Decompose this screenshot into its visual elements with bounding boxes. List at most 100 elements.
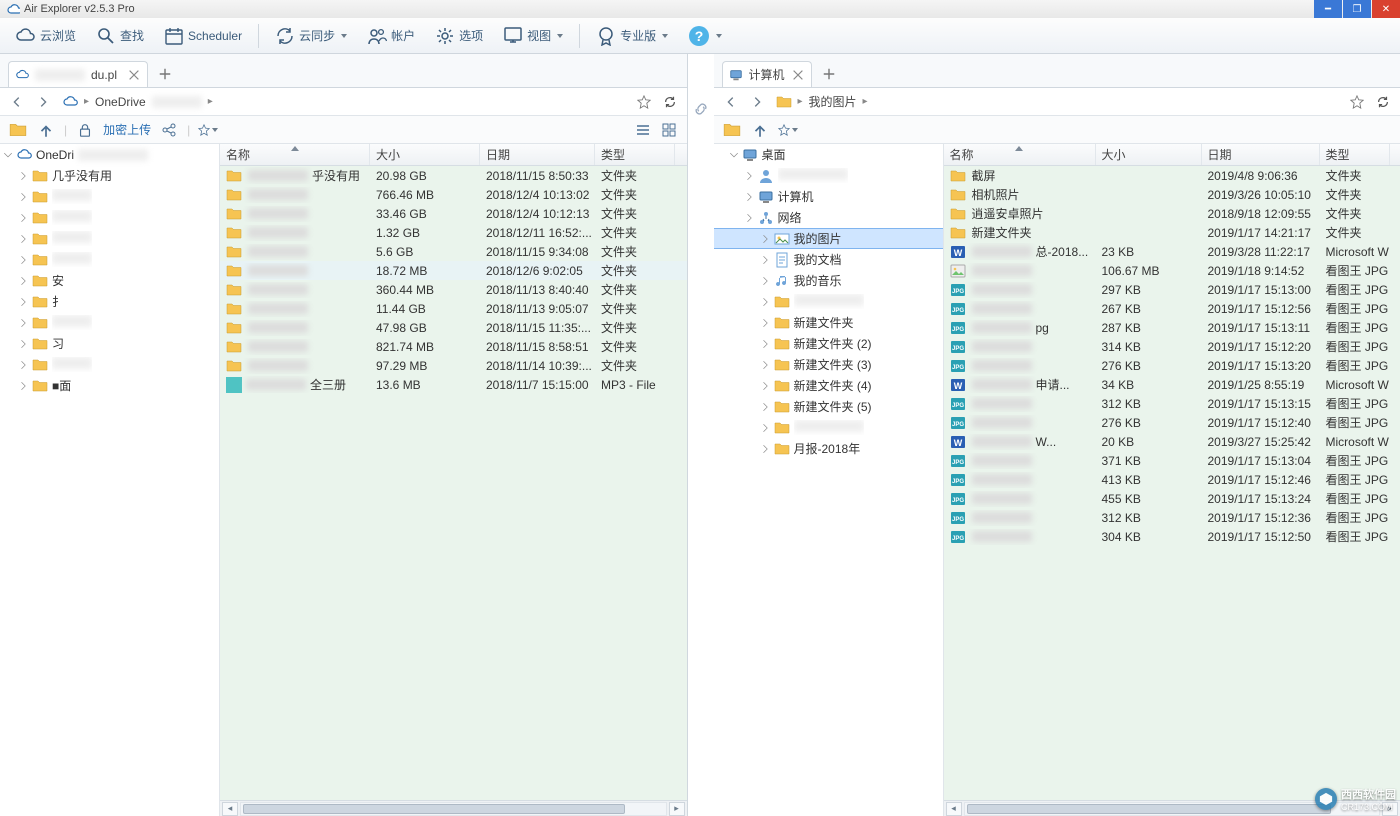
file-row[interactable]: 766.46 MB 2018/12/4 10:13:02 文件夹 xyxy=(220,185,687,204)
file-row[interactable]: 413 KB 2019/1/17 15:12:46 看图王 JPG xyxy=(944,470,1400,489)
chevron-right-icon[interactable] xyxy=(744,212,756,224)
sync-button[interactable]: 云同步 xyxy=(267,22,355,50)
tree-item[interactable] xyxy=(714,291,943,312)
file-row[interactable]: 297 KB 2019/1/17 15:13:00 看图王 JPG xyxy=(944,280,1400,299)
upload-icon[interactable] xyxy=(36,120,56,140)
file-row[interactable]: pg 287 KB 2019/1/17 15:13:11 看图王 JPG xyxy=(944,318,1400,337)
breadcrumb[interactable]: ▸ 我的图片 ▸ xyxy=(772,93,1343,110)
scroll-track[interactable] xyxy=(240,802,667,816)
tree-item[interactable]: 习 xyxy=(0,333,219,354)
forward-button[interactable] xyxy=(746,91,768,113)
tree-item[interactable]: 新建文件夹 (4) xyxy=(714,375,943,396)
file-row[interactable]: 相机照片 2019/3/26 10:05:10 文件夹 xyxy=(944,185,1400,204)
scroll-thumb[interactable] xyxy=(243,804,625,814)
chevron-right-icon[interactable] xyxy=(18,380,30,392)
scheduler-button[interactable]: Scheduler xyxy=(156,22,250,50)
file-row[interactable]: 47.98 GB 2018/11/15 11:35:... 文件夹 xyxy=(220,318,687,337)
col-name[interactable]: 名称 xyxy=(220,144,370,165)
chevron-right-icon[interactable] xyxy=(18,212,30,224)
right-tree[interactable]: 桌面计算机网络我的图片我的文档我的音乐新建文件夹新建文件夹 (2)新建文件夹 (… xyxy=(714,144,944,816)
tree-root[interactable]: 桌面 xyxy=(714,144,943,165)
tree-item[interactable]: 月报-2018年 xyxy=(714,438,943,459)
refresh-button[interactable] xyxy=(1372,91,1394,113)
accounts-button[interactable]: 帐户 xyxy=(359,22,423,50)
chevron-right-icon[interactable] xyxy=(760,380,772,392)
chevron-right-icon[interactable] xyxy=(760,233,772,245)
chevron-right-icon[interactable] xyxy=(18,191,30,203)
right-tab[interactable]: 计算机 xyxy=(722,61,812,87)
tree-item[interactable]: 我的图片 xyxy=(714,228,943,249)
col-type[interactable]: 类型 xyxy=(1320,144,1390,165)
chevron-right-icon[interactable] xyxy=(18,296,30,308)
scroll-left-button[interactable]: ◂ xyxy=(946,802,962,816)
chevron-right-icon[interactable] xyxy=(18,359,30,371)
favorite-button[interactable] xyxy=(633,91,655,113)
tree-item[interactable]: 安 xyxy=(0,270,219,291)
tree-item[interactable]: 计算机 xyxy=(714,186,943,207)
tree-item[interactable]: 我的音乐 xyxy=(714,270,943,291)
tree-item[interactable]: 新建文件夹 (2) xyxy=(714,333,943,354)
maximize-button[interactable]: ❐ xyxy=(1343,0,1371,18)
col-date[interactable]: 日期 xyxy=(480,144,595,165)
back-button[interactable] xyxy=(720,91,742,113)
tree-root[interactable]: OneDri xyxy=(0,144,219,165)
tree-item[interactable]: ■面 xyxy=(0,375,219,396)
file-row[interactable]: 106.67 MB 2019/1/18 9:14:52 看图王 JPG xyxy=(944,261,1400,280)
col-size[interactable]: 大小 xyxy=(370,144,480,165)
star-menu-button[interactable] xyxy=(198,120,218,140)
add-tab-button[interactable] xyxy=(154,63,176,85)
chevron-right-icon[interactable] xyxy=(760,317,772,329)
chevron-right-icon[interactable] xyxy=(18,233,30,245)
file-row[interactable]: 276 KB 2019/1/17 15:13:20 看图王 JPG xyxy=(944,356,1400,375)
right-rows[interactable]: 截屏 2019/4/8 9:06:36 文件夹 相机照片 2019/3/26 1… xyxy=(944,166,1400,800)
options-button[interactable]: 选项 xyxy=(427,22,491,50)
chevron-right-icon[interactable] xyxy=(760,443,772,455)
file-row[interactable]: 312 KB 2019/1/17 15:13:15 看图王 JPG xyxy=(944,394,1400,413)
chevron-down-icon[interactable] xyxy=(728,149,740,161)
chevron-right-icon[interactable] xyxy=(18,338,30,350)
chevron-right-icon[interactable] xyxy=(760,296,772,308)
tree-item[interactable]: 我的文档 xyxy=(714,249,943,270)
close-tab-icon[interactable] xyxy=(791,68,805,82)
tree-item[interactable]: 新建文件夹 xyxy=(714,312,943,333)
col-type[interactable]: 类型 xyxy=(595,144,675,165)
file-row[interactable]: 逍遥安卓照片 2018/9/18 12:09:55 文件夹 xyxy=(944,204,1400,223)
tree-item[interactable] xyxy=(0,249,219,270)
help-button[interactable] xyxy=(680,21,730,51)
h-scrollbar[interactable]: ◂ ▸ xyxy=(220,800,687,816)
chevron-right-icon[interactable] xyxy=(18,170,30,182)
tree-item[interactable] xyxy=(714,417,943,438)
back-button[interactable] xyxy=(6,91,28,113)
forward-button[interactable] xyxy=(32,91,54,113)
view-grid-icon[interactable] xyxy=(659,120,679,140)
favorite-button[interactable] xyxy=(1346,91,1368,113)
chevron-right-icon[interactable] xyxy=(744,191,756,203)
file-row[interactable]: 33.46 GB 2018/12/4 10:12:13 文件夹 xyxy=(220,204,687,223)
share-icon[interactable] xyxy=(159,120,179,140)
file-row[interactable]: 新建文件夹 2019/1/17 14:21:17 文件夹 xyxy=(944,223,1400,242)
file-row[interactable]: 11.44 GB 2018/11/13 9:05:07 文件夹 xyxy=(220,299,687,318)
chevron-right-icon[interactable] xyxy=(18,275,30,287)
tree-item[interactable] xyxy=(714,165,943,186)
scroll-right-button[interactable]: ▸ xyxy=(669,802,685,816)
star-menu-button[interactable] xyxy=(778,120,798,140)
file-row[interactable]: 304 KB 2019/1/17 15:12:50 看图王 JPG xyxy=(944,527,1400,546)
search-button[interactable]: 查找 xyxy=(88,22,152,50)
file-row[interactable]: 5.6 GB 2018/11/15 9:34:08 文件夹 xyxy=(220,242,687,261)
file-row[interactable]: 267 KB 2019/1/17 15:12:56 看图王 JPG xyxy=(944,299,1400,318)
close-button[interactable]: ✕ xyxy=(1372,0,1400,18)
tree-item[interactable] xyxy=(0,312,219,333)
tree-item[interactable] xyxy=(0,228,219,249)
encrypt-upload-link[interactable]: 加密上传 xyxy=(103,121,151,138)
col-name[interactable]: 名称 xyxy=(944,144,1096,165)
new-folder-icon[interactable] xyxy=(722,120,742,140)
tree-item[interactable]: 新建文件夹 (3) xyxy=(714,354,943,375)
file-row[interactable]: 312 KB 2019/1/17 15:12:36 看图王 JPG xyxy=(944,508,1400,527)
upload-icon[interactable] xyxy=(750,120,770,140)
file-row[interactable]: 371 KB 2019/1/17 15:13:04 看图王 JPG xyxy=(944,451,1400,470)
chevron-right-icon[interactable] xyxy=(18,317,30,329)
chevron-right-icon[interactable] xyxy=(760,338,772,350)
file-row[interactable]: 全三册 13.6 MB 2018/11/7 15:15:00 MP3 - Fil… xyxy=(220,375,687,394)
tree-item[interactable]: 网络 xyxy=(714,207,943,228)
tree-item[interactable]: 扌 xyxy=(0,291,219,312)
